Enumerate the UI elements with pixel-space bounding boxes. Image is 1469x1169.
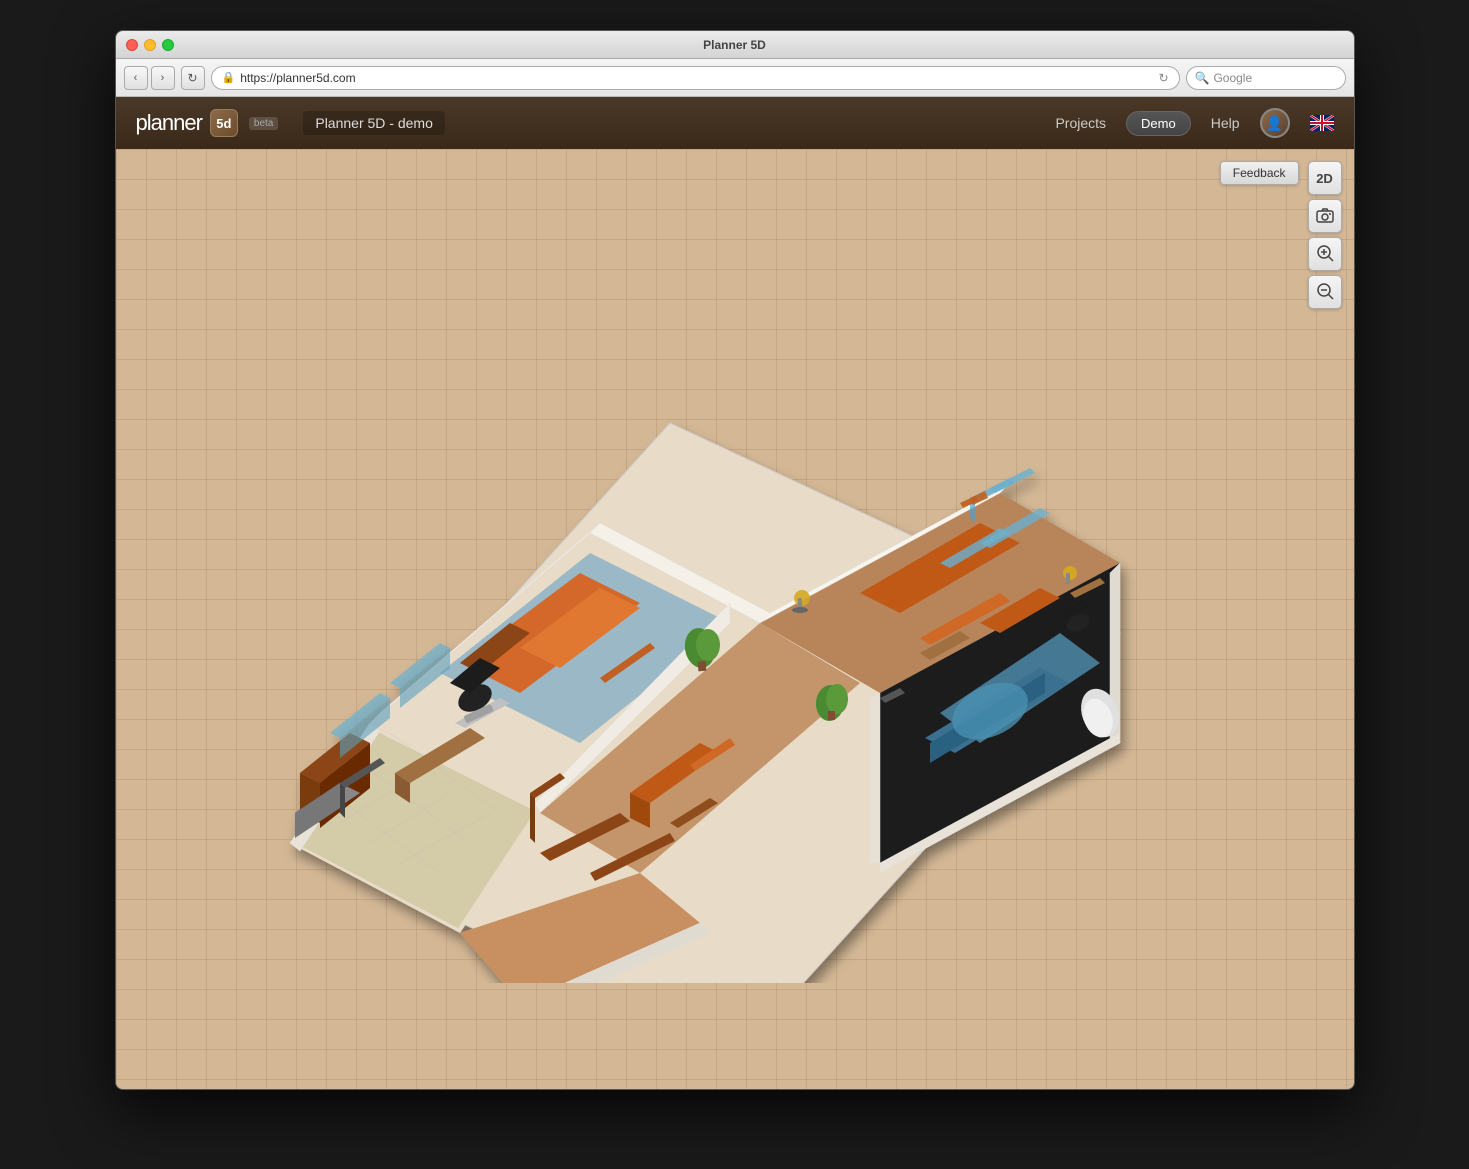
language-flag[interactable] bbox=[1310, 115, 1334, 131]
mac-window: Planner 5D ‹ › ↻ 🔒 https://planner5d.com… bbox=[115, 30, 1355, 1090]
projects-nav[interactable]: Projects bbox=[1055, 115, 1106, 131]
minimize-button[interactable] bbox=[144, 39, 156, 51]
screenshot-button[interactable] bbox=[1308, 199, 1342, 233]
viewport[interactable]: Feedback 2D bbox=[116, 149, 1354, 1089]
back-button[interactable]: ‹ bbox=[124, 66, 148, 90]
tool-panel: 2D bbox=[1308, 161, 1342, 309]
feedback-button[interactable]: Feedback bbox=[1220, 161, 1299, 185]
traffic-lights bbox=[126, 39, 174, 51]
nav-buttons: ‹ › bbox=[124, 66, 175, 90]
search-placeholder: Google bbox=[1213, 71, 1252, 85]
logo-text: planner bbox=[136, 110, 202, 136]
maximize-button[interactable] bbox=[162, 39, 174, 51]
header-nav: Projects Demo Help 👤 bbox=[1055, 108, 1333, 138]
logo-area: planner 5d beta bbox=[136, 109, 279, 137]
avatar[interactable]: 👤 bbox=[1260, 108, 1290, 138]
camera-icon bbox=[1316, 207, 1334, 226]
floor-plan-3d[interactable] bbox=[240, 283, 1140, 983]
url-text: https://planner5d.com bbox=[240, 71, 355, 85]
zoom-out-icon bbox=[1316, 282, 1334, 303]
address-refresh-icon[interactable]: ↻ bbox=[1158, 71, 1168, 85]
ssl-lock-icon: 🔒 bbox=[222, 71, 236, 84]
reload-button[interactable]: ↻ bbox=[181, 66, 205, 90]
view-2d-button[interactable]: 2D bbox=[1308, 161, 1342, 195]
logo-icon: 5d bbox=[210, 109, 238, 137]
address-bar[interactable]: 🔒 https://planner5d.com ↻ bbox=[211, 66, 1180, 90]
app-header: planner 5d beta Planner 5D - demo Projec… bbox=[116, 97, 1354, 149]
forward-button[interactable]: › bbox=[151, 66, 175, 90]
search-bar[interactable]: 🔍 Google bbox=[1186, 66, 1346, 90]
window-title: Planner 5D bbox=[703, 38, 766, 52]
close-button[interactable] bbox=[126, 39, 138, 51]
title-bar: Planner 5D bbox=[116, 31, 1354, 59]
project-name[interactable]: Planner 5D - demo bbox=[303, 111, 445, 135]
zoom-in-button[interactable] bbox=[1308, 237, 1342, 271]
zoom-out-button[interactable] bbox=[1308, 275, 1342, 309]
beta-badge: beta bbox=[249, 117, 278, 130]
demo-button[interactable]: Demo bbox=[1126, 111, 1191, 136]
avatar-icon: 👤 bbox=[1266, 115, 1283, 132]
2d-label: 2D bbox=[1316, 171, 1333, 186]
search-icon: 🔍 bbox=[1195, 71, 1210, 85]
help-nav[interactable]: Help bbox=[1211, 115, 1240, 131]
browser-toolbar: ‹ › ↻ 🔒 https://planner5d.com ↻ 🔍 Google bbox=[116, 59, 1354, 97]
zoom-in-icon bbox=[1316, 244, 1334, 265]
